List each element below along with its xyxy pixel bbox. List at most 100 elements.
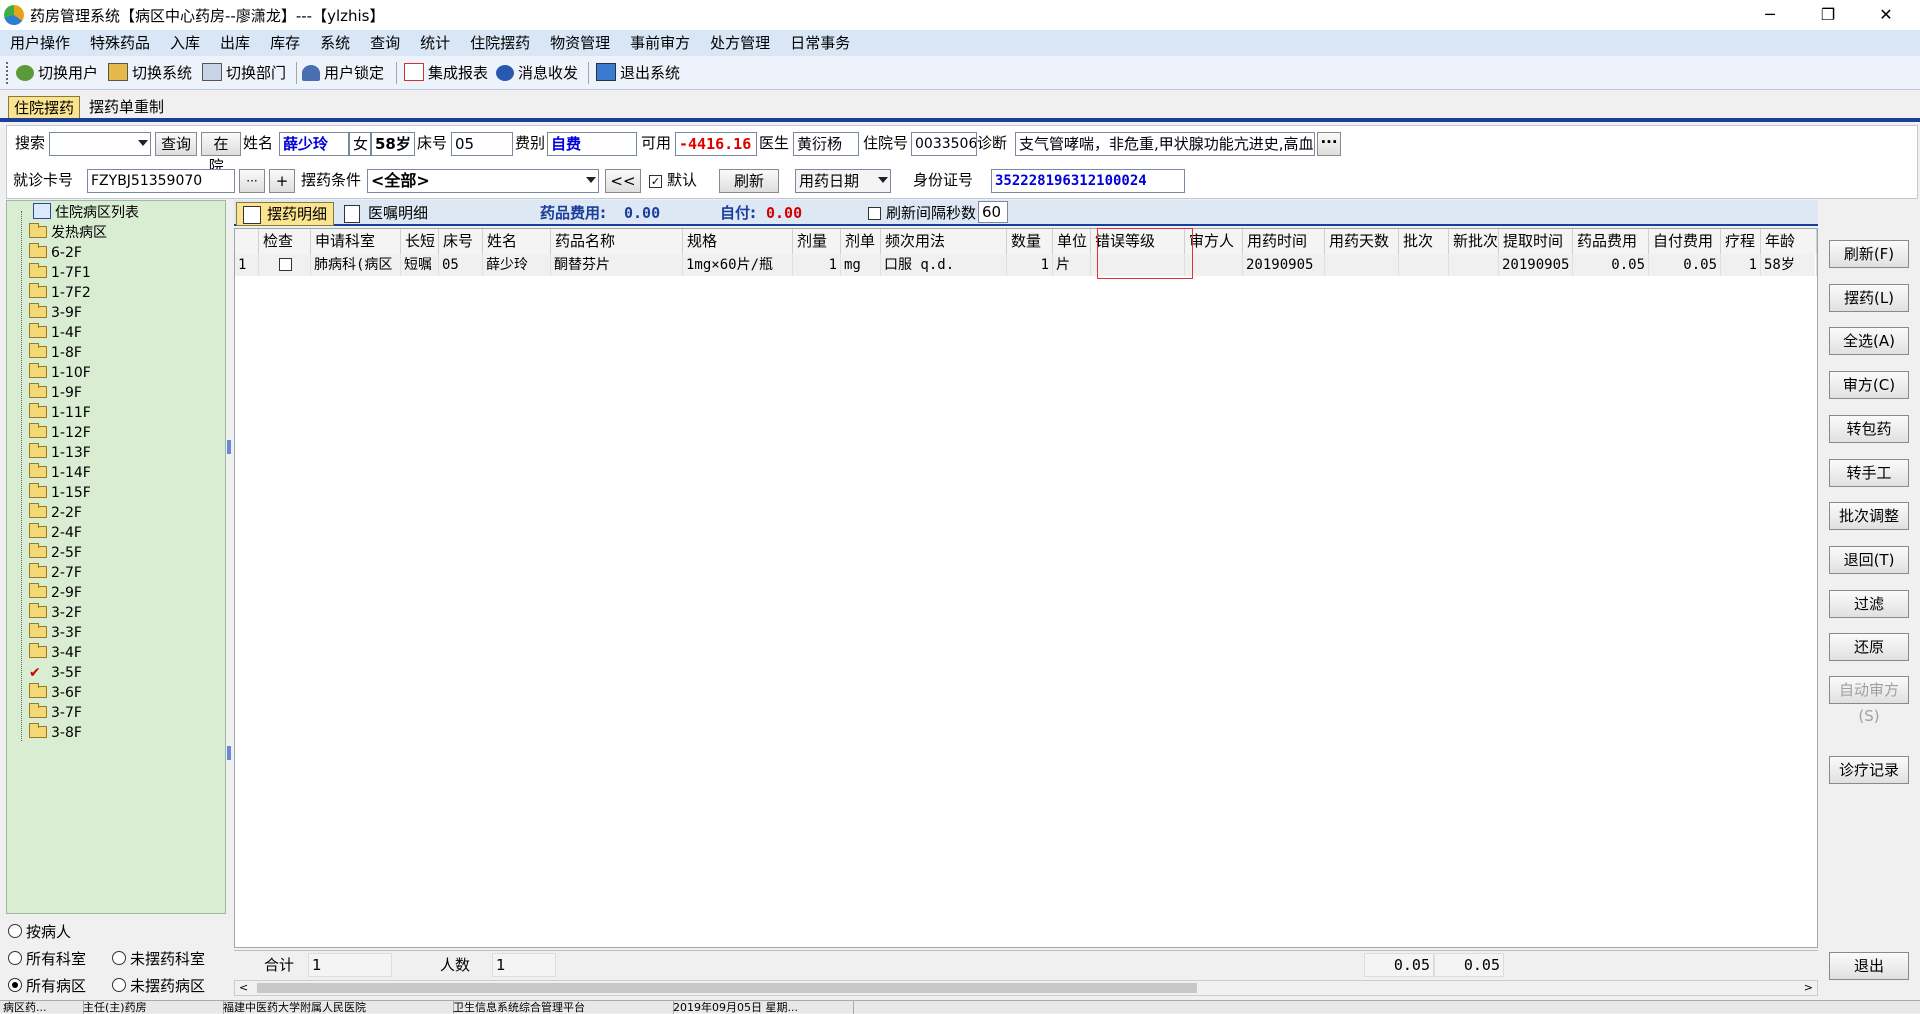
menu-special-drug[interactable]: 特殊药品 — [80, 30, 160, 56]
menu-user[interactable]: 用户操作 — [0, 30, 80, 56]
tree-ward-item[interactable]: 3-7F — [29, 703, 82, 723]
column-header[interactable]: 数量 — [1007, 229, 1053, 254]
tree-ward-item[interactable]: 1-11F — [29, 403, 91, 423]
tree-ward-item[interactable]: ✔ 3-5F — [29, 663, 82, 683]
maximize-button[interactable]: ❐ — [1808, 3, 1848, 27]
tree-ward-item[interactable]: 2-2F — [29, 503, 82, 523]
date-type-select[interactable]: 用药日期 — [795, 169, 891, 193]
column-header[interactable]: 批次 — [1399, 229, 1449, 254]
scroll-left-icon[interactable]: < — [239, 981, 248, 995]
refresh-button[interactable]: 刷新 — [719, 169, 779, 193]
tree-ward-item[interactable]: 1-12F — [29, 423, 91, 443]
column-header[interactable]: 频次用法 — [881, 229, 1007, 254]
lock-user-button[interactable]: 用户锁定 — [302, 62, 384, 84]
tree-ward-item[interactable]: 1-7F1 — [29, 263, 91, 283]
tree-ward-item[interactable]: 1-4F — [29, 323, 82, 343]
action-button[interactable]: 过滤 — [1829, 590, 1909, 618]
radio-all-dept[interactable]: 所有科室 — [8, 949, 86, 969]
column-header[interactable]: 申请科室 — [311, 229, 401, 254]
column-header[interactable]: 药品费用 — [1573, 229, 1649, 254]
panel-splitter[interactable] — [227, 200, 233, 996]
tree-ward-item[interactable]: 3-8F — [29, 723, 82, 743]
radio-all-ward[interactable]: 所有病区 — [8, 976, 86, 996]
tree-ward-item[interactable]: 2-5F — [29, 543, 82, 563]
radio-undispensed-ward[interactable]: 未摆药病区 — [112, 976, 205, 996]
column-header[interactable]: 疗程 — [1721, 229, 1761, 254]
menu-inpatient-dispense[interactable]: 住院摆药 — [460, 30, 540, 56]
tree-ward-item[interactable]: 1-9F — [29, 383, 82, 403]
tree-ward-item[interactable]: 1-10F — [29, 363, 91, 383]
action-button[interactable]: 刷新(F) — [1829, 240, 1909, 268]
column-header[interactable]: 审方人 — [1185, 229, 1243, 254]
add-button[interactable]: + — [269, 169, 295, 193]
tree-root[interactable]: 住院病区列表 — [33, 203, 139, 223]
toolbar-grip[interactable] — [6, 62, 8, 84]
card-lookup-button[interactable]: ··· — [239, 169, 265, 193]
row-check-cell[interactable] — [259, 254, 311, 276]
horizontal-scrollbar[interactable]: < > — [234, 980, 1818, 996]
tree-ward-item[interactable]: 2-7F — [29, 563, 82, 583]
tree-ward-item[interactable]: 1-8F — [29, 343, 82, 363]
minimize-button[interactable]: ─ — [1750, 3, 1790, 27]
tree-ward-item[interactable]: 3-2F — [29, 603, 82, 623]
tab-order-detail[interactable]: 医嘱明细 — [338, 202, 442, 226]
tree-ward-item[interactable]: 3-3F — [29, 623, 82, 643]
integrated-report-button[interactable]: 集成报表 — [404, 62, 488, 84]
collapse-button[interactable]: << — [605, 169, 641, 193]
tree-ward-item[interactable]: 3-4F — [29, 643, 82, 663]
column-header[interactable]: 新批次 — [1449, 229, 1499, 254]
close-button[interactable]: ✕ — [1866, 3, 1906, 27]
menu-stats[interactable]: 统计 — [410, 30, 460, 56]
action-button[interactable]: 审方(C) — [1829, 371, 1909, 399]
action-button[interactable]: 自动审方(S) — [1829, 676, 1909, 725]
row-checkbox[interactable] — [279, 258, 292, 271]
menu-prescription[interactable]: 处方管理 — [700, 30, 780, 56]
switch-dept-button[interactable]: 切换部门 — [202, 62, 286, 84]
card-number-input[interactable]: FZYBJ51359070 — [87, 169, 235, 193]
column-header[interactable]: 剂量 — [793, 229, 841, 254]
action-button[interactable]: 批次调整 — [1829, 502, 1909, 530]
column-header[interactable]: 用药时间 — [1243, 229, 1325, 254]
switch-system-button[interactable]: 切换系统 — [108, 62, 192, 84]
message-button[interactable]: 消息收发 — [496, 62, 578, 84]
tab-inpatient-dispense[interactable]: 住院摆药 — [8, 96, 80, 120]
column-header[interactable]: 年龄 — [1761, 229, 1817, 254]
radio-undispensed-dept[interactable]: 未摆药科室 — [112, 949, 205, 969]
tab-dispense-detail[interactable]: 摆药明细 — [236, 202, 334, 226]
column-header[interactable]: 药品名称 — [551, 229, 683, 254]
tree-ward-item[interactable]: 3-9F — [29, 303, 82, 323]
menu-in-stock[interactable]: 入库 — [160, 30, 210, 56]
menu-query[interactable]: 查询 — [360, 30, 410, 56]
action-button[interactable]: 全选(A) — [1829, 327, 1909, 355]
column-header[interactable]: 检查 — [259, 229, 311, 254]
tree-ward-item[interactable]: 1-13F — [29, 443, 91, 463]
tree-ward-item[interactable]: 1-7F2 — [29, 283, 91, 303]
action-button[interactable]: 摆药(L) — [1829, 284, 1909, 312]
tab-reprint-dispense[interactable]: 摆药单重制 — [84, 96, 184, 120]
diagnosis-more-button[interactable]: ··· — [1317, 132, 1341, 156]
radio-by-patient[interactable]: 按病人 — [8, 922, 71, 942]
menu-materials[interactable]: 物资管理 — [540, 30, 620, 56]
column-header[interactable]: 姓名 — [483, 229, 551, 254]
tree-ward-item[interactable]: 2-9F — [29, 583, 82, 603]
refresh-interval-checkbox[interactable] — [868, 207, 881, 220]
action-button[interactable]: 转手工 — [1829, 459, 1909, 487]
tree-ward-item[interactable]: 1-15F — [29, 483, 91, 503]
tree-ward-item[interactable]: 2-4F — [29, 523, 82, 543]
tree-ward-item[interactable]: 6-2F — [29, 243, 82, 263]
column-header[interactable]: 自付费用 — [1649, 229, 1721, 254]
column-header[interactable]: 用药天数 — [1325, 229, 1399, 254]
column-header[interactable]: 床号 — [439, 229, 483, 254]
tree-ward-item[interactable]: 3-6F — [29, 683, 82, 703]
column-header[interactable]: 长短 — [401, 229, 439, 254]
column-header[interactable]: 单位 — [1053, 229, 1091, 254]
default-checkbox[interactable]: ✓ — [649, 175, 662, 188]
menu-daily[interactable]: 日常事务 — [780, 30, 860, 56]
action-button[interactable]: 退回(T) — [1829, 546, 1909, 574]
column-header[interactable]: 提取时间 — [1499, 229, 1573, 254]
in-hospital-button[interactable]: 在院.. — [201, 132, 241, 175]
exit-system-button[interactable]: 退出系统 — [596, 62, 680, 84]
menu-system[interactable]: 系统 — [310, 30, 360, 56]
scroll-right-icon[interactable]: > — [1804, 981, 1813, 995]
query-button[interactable]: 查询 — [155, 132, 197, 156]
